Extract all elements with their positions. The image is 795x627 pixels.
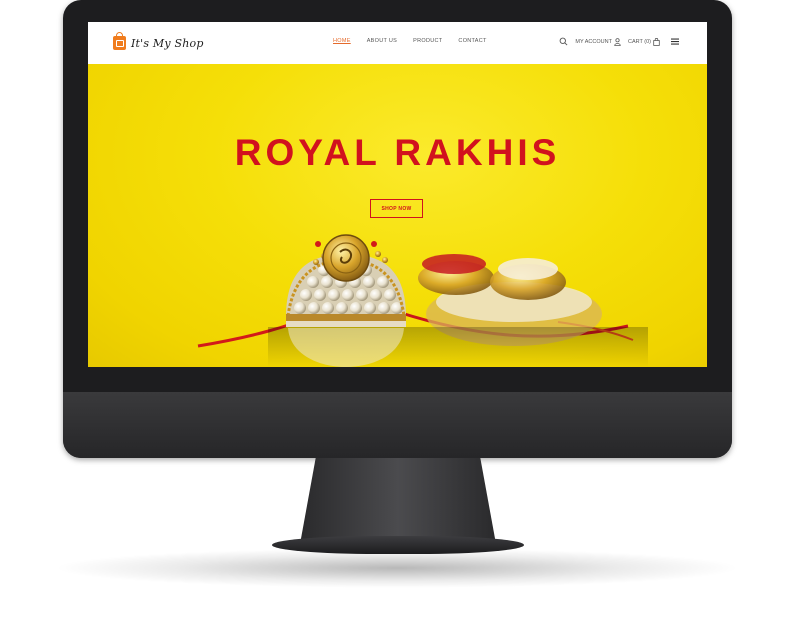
main-navigation: HOME ABOUT US PRODUCT CONTACT	[333, 38, 487, 44]
cart-link[interactable]: CART (0)	[627, 37, 660, 46]
monitor-chin	[63, 392, 732, 458]
nav-link-contact[interactable]: CONTACT	[458, 38, 486, 44]
hero-banner: ROYAL RAKHIS SHOP NOW	[88, 64, 707, 367]
my-account-link[interactable]: MY ACCOUNT	[575, 37, 621, 46]
search-icon[interactable]	[559, 37, 568, 46]
monitor-shadow	[52, 548, 742, 588]
user-icon	[614, 37, 621, 46]
monitor-stand-base	[272, 536, 524, 554]
hero-title: ROYAL RAKHIS	[234, 132, 561, 173]
monitor-stand-neck	[300, 458, 496, 544]
header-navbar: It's My Shop HOME ABOUT US PRODUCT CONTA…	[88, 22, 707, 64]
website-screen: It's My Shop HOME ABOUT US PRODUCT CONTA…	[88, 22, 707, 367]
header-actions: MY ACCOUNT CART (0)	[559, 37, 679, 46]
cart-label: CART (0)	[627, 38, 651, 45]
my-account-label: MY ACCOUNT	[575, 38, 612, 45]
menu-icon[interactable]	[671, 38, 679, 45]
shopping-bag-icon	[653, 37, 660, 46]
nav-link-home[interactable]: HOME	[333, 38, 351, 44]
nav-link-about-us[interactable]: ABOUT US	[367, 38, 397, 44]
nav-link-product[interactable]: PRODUCT	[413, 38, 442, 44]
shopping-bag-logo-icon	[113, 32, 126, 50]
site-logo[interactable]: It's My Shop	[113, 32, 204, 54]
brand-name: It's My Shop	[131, 36, 204, 50]
shop-now-button[interactable]: SHOP NOW	[370, 199, 423, 218]
